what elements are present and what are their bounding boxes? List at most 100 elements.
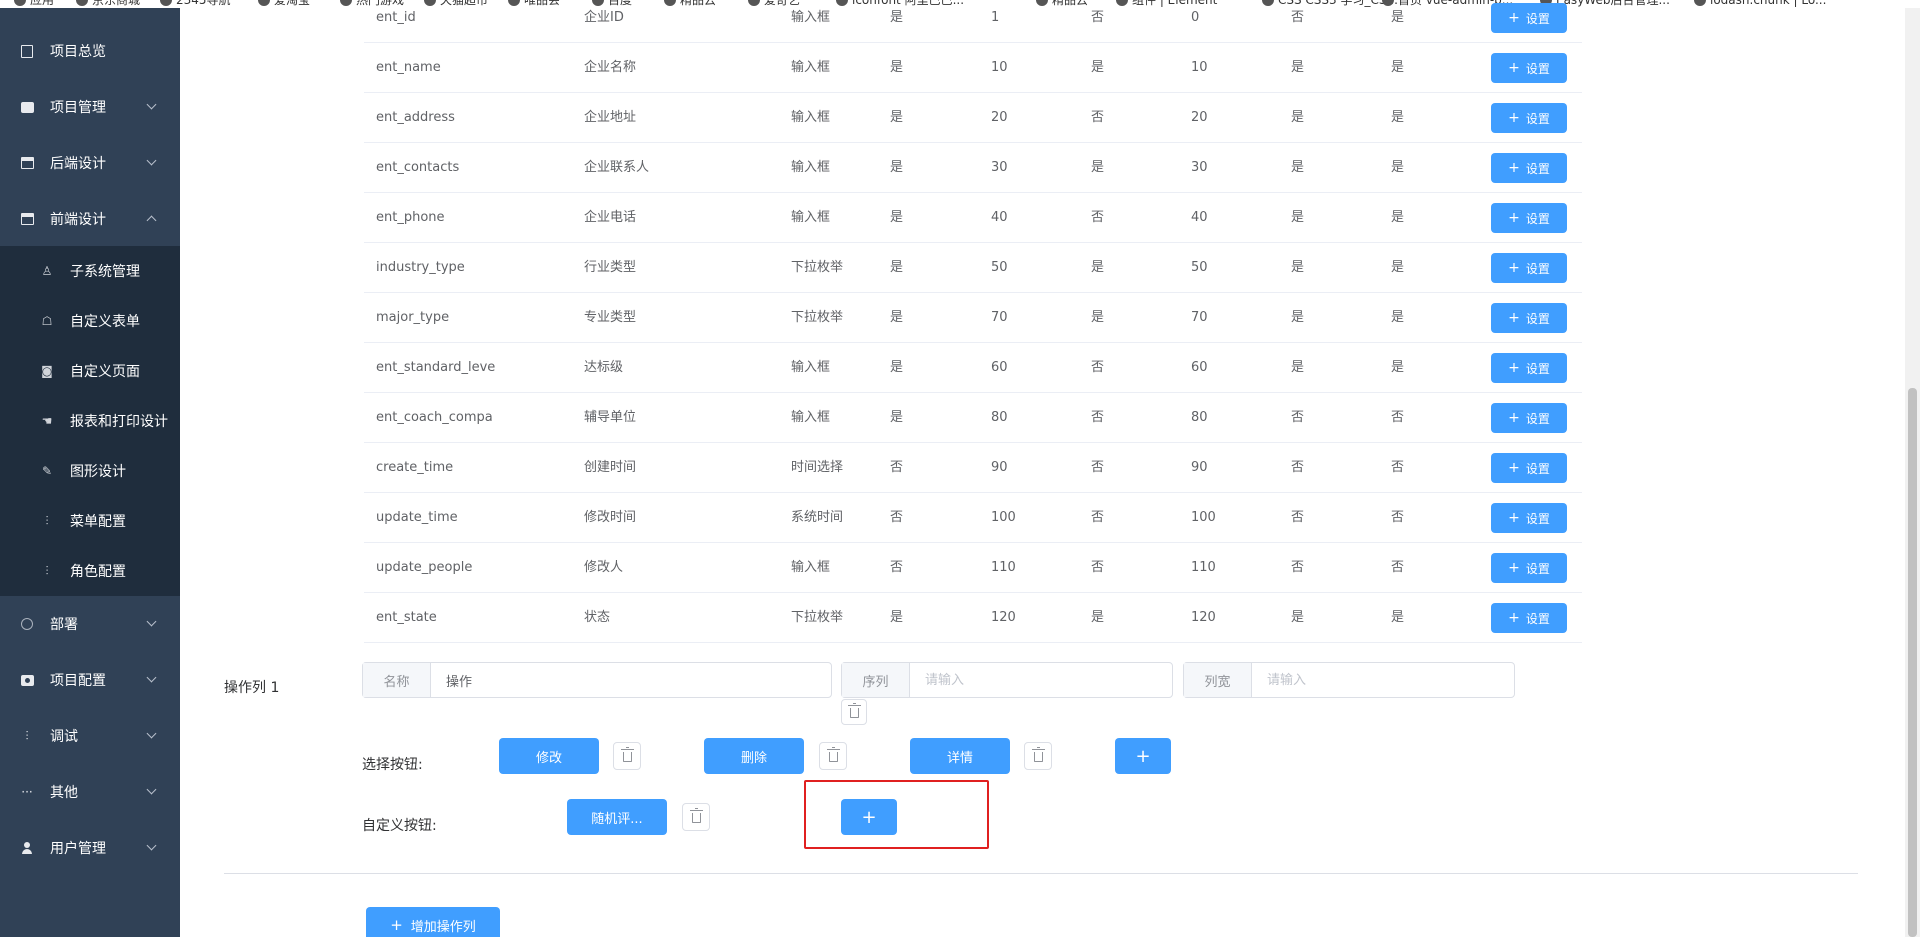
- sidebar-item-custom-form[interactable]: ☖ 自定义表单: [0, 296, 180, 346]
- plus-icon: +: [1508, 560, 1520, 576]
- settings-button[interactable]: + 设置: [1491, 353, 1567, 383]
- field-label-cell: 辅导单位: [584, 410, 637, 425]
- sidebar-item-backend-design[interactable]: 后端设计: [0, 135, 180, 191]
- scrollbar-thumb[interactable]: [1908, 388, 1917, 937]
- width-cell: 80: [1191, 410, 1208, 425]
- edit-button[interactable]: 修改: [499, 738, 599, 774]
- sitemap-icon: ♙: [41, 264, 53, 278]
- flag-cell: 否: [1091, 510, 1105, 525]
- sidebar-item-report-print-design[interactable]: ☚ 报表和打印设计: [0, 396, 180, 446]
- settings-button-label: 设置: [1525, 361, 1550, 376]
- bookmark-item[interactable]: lodash.chunk | Lo...: [1694, 0, 1826, 8]
- settings-button[interactable]: + 设置: [1491, 553, 1567, 583]
- width-cell: 20: [1191, 110, 1208, 125]
- sidebar-item-user-management[interactable]: 用户管理: [0, 820, 180, 876]
- bookmark-item[interactable]: 爱淘宝: [258, 0, 310, 8]
- width-cell: 110: [1191, 560, 1216, 575]
- sidebar-item-subsystem-management[interactable]: ♙ 子系统管理: [0, 246, 180, 296]
- bookmark-item[interactable]: 2345导航: [160, 0, 231, 8]
- settings-button[interactable]: + 设置: [1491, 153, 1567, 183]
- sidebar-item-deploy[interactable]: 部署: [0, 596, 180, 652]
- operation-order-input[interactable]: [910, 663, 1172, 697]
- trash-icon: [1031, 747, 1045, 762]
- table-row: update_people 修改人 输入框 否 110 否 110 否 否 + 设置: [364, 543, 1582, 593]
- sidebar-item-custom-page[interactable]: ◙ 自定义页面: [0, 346, 180, 396]
- editable-cell: 否: [1391, 510, 1405, 525]
- required-cell: 是: [890, 160, 904, 175]
- settings-button[interactable]: + 设置: [1491, 103, 1567, 133]
- order-cell: 10: [991, 60, 1008, 75]
- delete-edit-button[interactable]: [613, 742, 641, 770]
- field-name-cell: ent_name: [376, 60, 441, 75]
- operation-order-field: 序列: [841, 662, 1173, 698]
- settings-button[interactable]: + 设置: [1491, 3, 1567, 33]
- order-cell: 20: [991, 110, 1008, 125]
- order-cell: 90: [991, 460, 1008, 475]
- add-select-button[interactable]: +: [1115, 738, 1171, 774]
- order-cell: 1: [991, 10, 1000, 25]
- settings-button[interactable]: + 设置: [1491, 253, 1567, 283]
- delete-custom-button[interactable]: [682, 803, 710, 831]
- delete-delete-button[interactable]: [819, 742, 847, 770]
- operation-width-input[interactable]: [1252, 663, 1514, 697]
- settings-button[interactable]: + 设置: [1491, 53, 1567, 83]
- sidebar-item-project-overview[interactable]: 项目总览: [0, 23, 180, 79]
- required-cell: 是: [890, 210, 904, 225]
- sidebar-item-menu-config[interactable]: ⫶ 菜单配置: [0, 496, 180, 546]
- operation-name-input[interactable]: [431, 663, 831, 697]
- table-row: ent_standard_leve 达标级 输入框 是 60 否 60 是 是 + 设置: [364, 343, 1582, 393]
- sidebar-item-label: 自定义表单: [70, 314, 140, 330]
- sidebar-item-debug[interactable]: ⫶ 调试: [0, 708, 180, 764]
- sidebar-item-project-config[interactable]: 项目配置: [0, 652, 180, 708]
- delete-operation-column-button[interactable]: [841, 699, 867, 725]
- sidebar-item-project-management[interactable]: 项目管理: [0, 79, 180, 135]
- settings-button[interactable]: + 设置: [1491, 603, 1567, 633]
- sidebar-item-graphic-design[interactable]: ✎ 图形设计: [0, 446, 180, 496]
- visible-cell: 是: [1291, 610, 1305, 625]
- settings-button[interactable]: + 设置: [1491, 303, 1567, 333]
- editable-cell: 是: [1391, 260, 1405, 275]
- settings-button[interactable]: + 设置: [1491, 503, 1567, 533]
- table-row: ent_contacts 企业联系人 输入框 是 30 是 30 是 是 + 设置: [364, 143, 1582, 193]
- bookmark-item[interactable]: 应用: [14, 0, 54, 8]
- sidebar-item-other[interactable]: ··· 其他: [0, 764, 180, 820]
- width-cell: 70: [1191, 310, 1208, 325]
- field-name-cell: major_type: [376, 310, 450, 325]
- flag-cell: 否: [1091, 360, 1105, 375]
- delete-button[interactable]: 删除: [704, 738, 804, 774]
- flag-cell: 是: [1091, 310, 1105, 325]
- sidebar-item-role-config[interactable]: ⫶ 角色配置: [0, 546, 180, 596]
- more-icon: ···: [21, 785, 33, 799]
- add-operation-column-button[interactable]: + 增加操作列: [366, 907, 500, 937]
- settings-button[interactable]: + 设置: [1491, 403, 1567, 433]
- field-type-cell: 输入框: [791, 410, 831, 425]
- flag-cell: 否: [1091, 110, 1105, 125]
- settings-button-label: 设置: [1525, 411, 1550, 426]
- settings-button[interactable]: + 设置: [1491, 453, 1567, 483]
- editable-cell: 否: [1391, 460, 1405, 475]
- plus-icon: +: [1508, 460, 1520, 476]
- delete-detail-button[interactable]: [1024, 742, 1052, 770]
- field-type-cell: 输入框: [791, 560, 831, 575]
- sidebar-item-frontend-design[interactable]: 前端设计: [0, 191, 180, 247]
- doc-icon: [20, 44, 34, 58]
- editable-cell: 是: [1391, 610, 1405, 625]
- flag-cell: 否: [1091, 560, 1105, 575]
- detail-button[interactable]: 详情: [910, 738, 1010, 774]
- required-cell: 是: [890, 10, 904, 25]
- visible-cell: 否: [1291, 510, 1305, 525]
- chevron-down-icon: [146, 728, 157, 739]
- plus-icon: +: [1508, 360, 1520, 376]
- settings-button[interactable]: + 设置: [1491, 203, 1567, 233]
- editable-cell: 是: [1391, 160, 1405, 175]
- custom-button-random-eval[interactable]: 随机评...: [567, 799, 667, 835]
- field-name-cell: ent_coach_compa: [376, 410, 493, 425]
- plus-icon: +: [1508, 610, 1520, 626]
- plus-icon: +: [1508, 310, 1520, 326]
- table-row: ent_phone 企业电话 输入框 是 40 否 40 是 是 + 设置: [364, 193, 1582, 243]
- flag-cell: 否: [1091, 460, 1105, 475]
- editable-cell: 否: [1391, 560, 1405, 575]
- order-cell: 70: [991, 310, 1008, 325]
- select-buttons-label: 选择按钮:: [362, 757, 423, 773]
- bookmark-item[interactable]: 京东商城: [76, 0, 140, 8]
